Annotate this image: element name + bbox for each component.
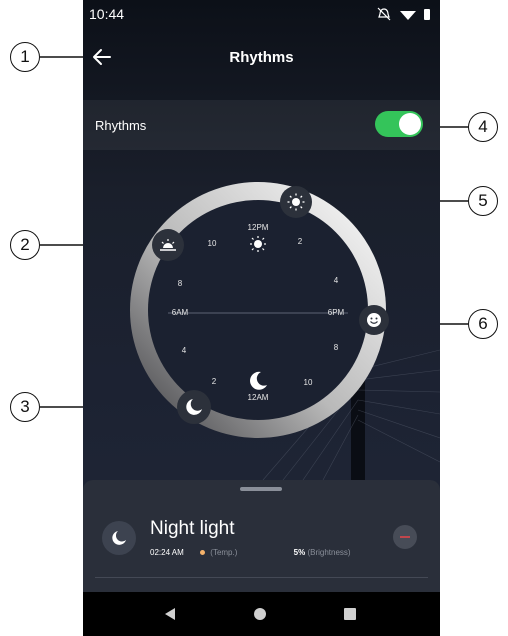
bottom-sheet: Night light 02:24 AM (Temp.) 5% (Brightn… xyxy=(83,480,440,592)
navigation-bar xyxy=(83,592,440,636)
dial-label-12am: 12AM xyxy=(248,393,269,402)
minus-circle-icon xyxy=(400,536,410,538)
status-time: 10:44 xyxy=(89,6,125,22)
rhythms-toggle[interactable] xyxy=(375,111,423,137)
page-title: Rhythms xyxy=(229,49,294,66)
dial-label-4pm: 4 xyxy=(334,276,339,285)
sheet-handle[interactable] xyxy=(240,487,282,491)
dial-label-10am: 10 xyxy=(208,239,217,248)
night-light-details: 02:24 AM (Temp.) 5% (Brightness) xyxy=(150,548,351,557)
dial-label-6pm: 6PM xyxy=(328,308,345,317)
smiley-marker[interactable] xyxy=(359,305,389,335)
brightness-value: 5% xyxy=(293,548,306,557)
sheet-divider xyxy=(95,577,428,578)
sun-marker[interactable] xyxy=(280,186,312,218)
brightness-label: (Brightness) xyxy=(307,548,351,557)
moon-icon xyxy=(112,531,126,545)
status-icons xyxy=(377,7,430,21)
wifi-icon xyxy=(400,11,416,20)
night-light-time: 02:24 AM xyxy=(150,548,184,557)
sun-icon xyxy=(287,193,305,211)
battery-icon xyxy=(424,9,430,20)
app-header: Rhythms xyxy=(83,28,440,90)
toggle-knob xyxy=(399,113,421,135)
back-triangle-icon[interactable] xyxy=(163,607,177,621)
night-light-title[interactable]: Night light xyxy=(150,518,235,540)
status-bar: 10:44 xyxy=(83,0,440,28)
dial-label-6am: 6AM xyxy=(172,308,189,317)
smiley-icon xyxy=(367,313,381,327)
dial-label-4am: 4 xyxy=(182,346,187,355)
moon-icon xyxy=(186,399,202,415)
mute-icon xyxy=(377,7,391,21)
rhythm-dial: 12PM 2 4 6PM 8 10 12AM 2 4 6AM 8 10 xyxy=(130,182,386,438)
phone-screen: 10:44 Rhythms Rhythms 12PM 2 4 6PM 8 10 … xyxy=(83,0,440,636)
moon-marker[interactable] xyxy=(177,390,211,424)
dial-label-2pm: 2 xyxy=(298,237,303,246)
recents-square-icon[interactable] xyxy=(343,607,357,621)
temp-label: (Temp.) xyxy=(210,548,238,557)
home-circle-icon[interactable] xyxy=(253,607,267,621)
remove-button[interactable] xyxy=(393,525,417,549)
sunrise-marker[interactable] xyxy=(152,229,184,261)
sunrise-icon xyxy=(160,239,176,251)
dial-label-10pm: 10 xyxy=(304,378,313,387)
dial-label-8pm: 8 xyxy=(334,343,339,352)
rhythms-label: Rhythms xyxy=(95,118,147,133)
dial-label-2am: 2 xyxy=(212,377,217,386)
night-light-avatar xyxy=(102,521,136,555)
dial-label-8am: 8 xyxy=(178,279,183,288)
dial-label-12pm: 12PM xyxy=(248,223,269,232)
temp-dot xyxy=(200,550,206,555)
